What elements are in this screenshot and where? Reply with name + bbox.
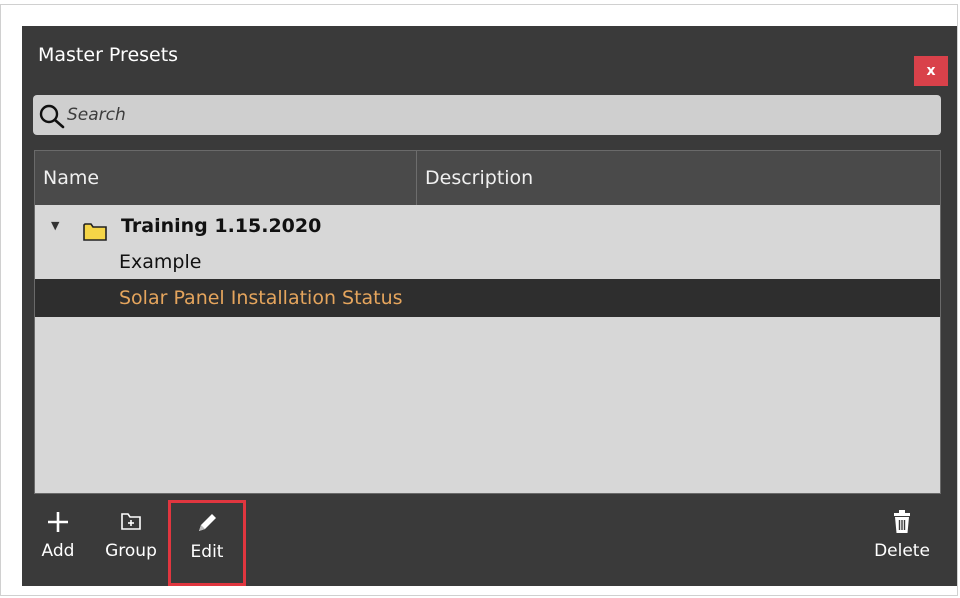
close-button[interactable]: x <box>914 56 948 86</box>
delete-label: Delete <box>874 541 930 561</box>
edit-button[interactable]: Edit <box>168 500 246 586</box>
plus-icon <box>36 510 80 540</box>
table-header: Name Description <box>35 151 940 205</box>
search-input[interactable] <box>67 101 927 129</box>
add-button[interactable]: Add <box>36 510 80 562</box>
dialog-title: Master Presets <box>38 44 179 66</box>
folder-plus-icon <box>101 510 161 540</box>
delete-button[interactable]: Delete <box>867 510 937 562</box>
group-label-text: Group <box>105 541 157 561</box>
list-item[interactable]: Example <box>35 243 940 281</box>
pencil-icon <box>171 511 243 541</box>
master-presets-dialog: Master Presets x Name Description ▼ Trai… <box>22 26 957 586</box>
expand-arrow-icon[interactable]: ▼ <box>51 207 59 245</box>
trash-icon <box>867 510 937 540</box>
group-label: Training 1.15.2020 <box>121 215 322 237</box>
presets-table: Name Description ▼ Training 1.15.2020 Ex… <box>34 150 941 494</box>
add-label: Add <box>41 541 75 561</box>
edit-label: Edit <box>190 542 224 562</box>
preset-name: Solar Panel Installation Status <box>119 287 403 309</box>
column-header-name[interactable]: Name <box>35 151 417 205</box>
preset-name: Example <box>119 251 202 273</box>
tree-group-row[interactable]: ▼ Training 1.15.2020 <box>35 207 940 245</box>
search-box <box>33 95 941 135</box>
folder-icon <box>83 216 107 241</box>
group-button[interactable]: Group <box>101 510 161 562</box>
column-header-description[interactable]: Description <box>417 151 940 205</box>
list-item-selected[interactable]: Solar Panel Installation Status <box>35 279 940 317</box>
search-icon <box>38 103 66 129</box>
